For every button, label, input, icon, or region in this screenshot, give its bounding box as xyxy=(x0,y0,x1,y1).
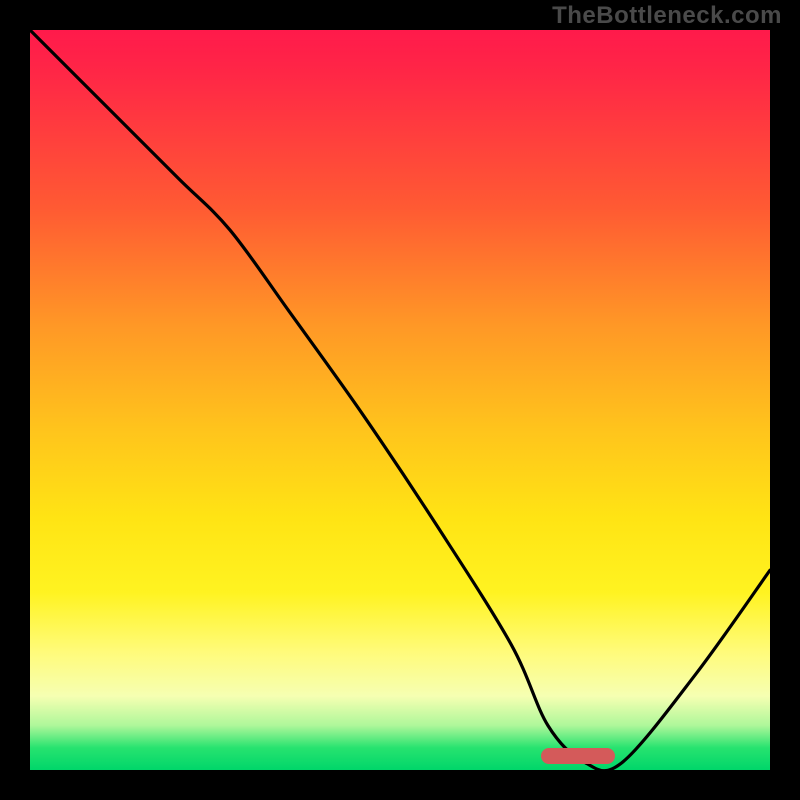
watermark-text: TheBottleneck.com xyxy=(552,2,782,30)
bottleneck-curve xyxy=(30,30,770,770)
optimum-marker xyxy=(541,748,615,764)
plot-area xyxy=(30,30,770,770)
chart-frame: TheBottleneck.com xyxy=(0,0,800,800)
curve-path xyxy=(30,30,770,771)
